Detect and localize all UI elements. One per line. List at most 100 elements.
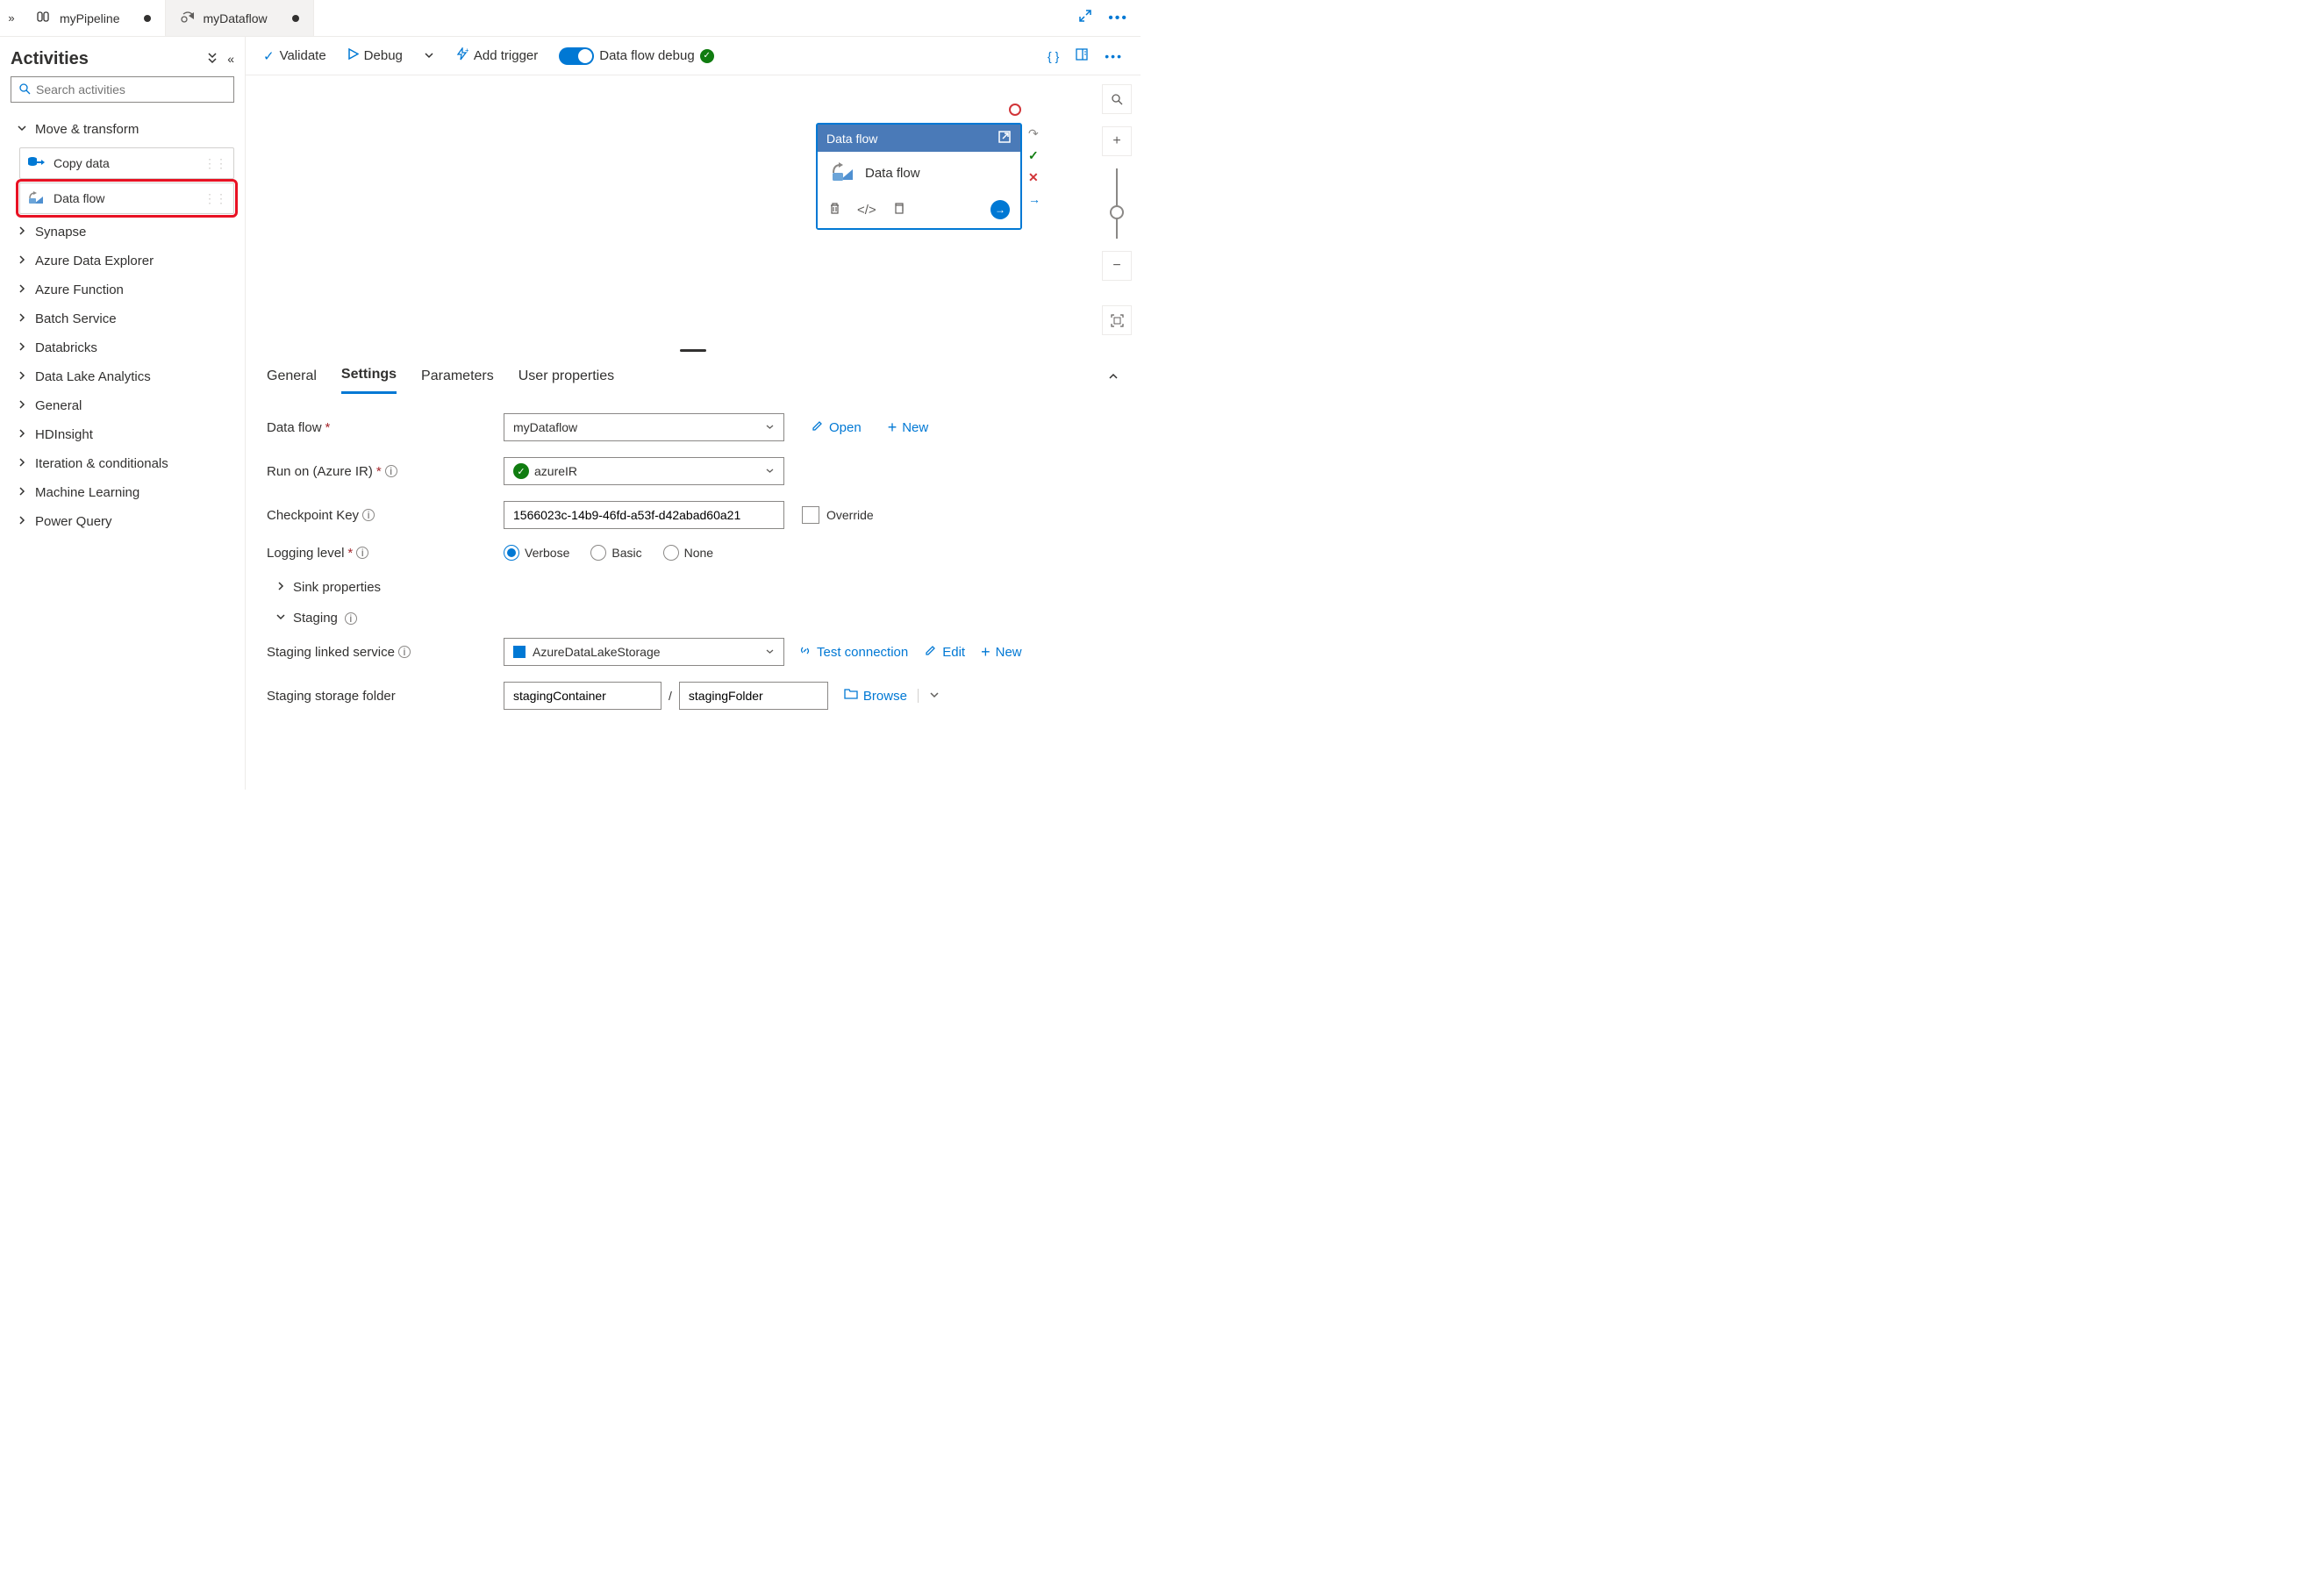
- play-icon: [347, 48, 359, 63]
- override-checkbox[interactable]: [802, 506, 819, 524]
- expand-left-icon[interactable]: »: [0, 11, 23, 25]
- copy-icon[interactable]: [892, 202, 905, 218]
- search-activities-input[interactable]: [11, 76, 234, 103]
- panel-collapse-icon[interactable]: [1107, 370, 1119, 385]
- expand-icon[interactable]: [1078, 9, 1092, 27]
- chevron-right-icon: [16, 225, 28, 240]
- category-batch-service[interactable]: Batch Service: [11, 304, 234, 333]
- logging-basic-radio[interactable]: Basic: [590, 545, 641, 561]
- staging-linked-select[interactable]: AzureDataLakeStorage: [504, 638, 784, 666]
- open-dataflow-link[interactable]: Open: [811, 419, 862, 436]
- category-azure-function[interactable]: Azure Function: [11, 275, 234, 304]
- staging-header[interactable]: Staging i: [267, 607, 1119, 638]
- category-hdinsight[interactable]: HDInsight: [11, 420, 234, 449]
- category-power-query[interactable]: Power Query: [11, 507, 234, 536]
- category-iteration[interactable]: Iteration & conditionals: [11, 449, 234, 478]
- logging-none-radio[interactable]: None: [663, 545, 713, 561]
- properties-icon[interactable]: [1075, 47, 1089, 64]
- activity-data-flow[interactable]: Data flow ⋮⋮: [19, 182, 234, 214]
- svg-text:+: +: [465, 47, 468, 54]
- pipeline-icon: [37, 9, 53, 27]
- browse-dropdown-icon[interactable]: [918, 689, 940, 703]
- debug-label: Debug: [364, 48, 403, 63]
- staging-linked-value: AzureDataLakeStorage: [533, 645, 661, 659]
- search-canvas-button[interactable]: [1102, 84, 1132, 114]
- panel-tab-user-properties[interactable]: User properties: [518, 363, 614, 393]
- zoom-in-button[interactable]: +: [1102, 126, 1132, 156]
- chevron-right-icon: [16, 398, 28, 413]
- edit-link[interactable]: Edit: [924, 644, 965, 661]
- category-ade[interactable]: Azure Data Explorer: [11, 247, 234, 275]
- sink-properties-header[interactable]: Sink properties: [267, 576, 1119, 607]
- fit-screen-button[interactable]: [1102, 305, 1132, 335]
- more-icon[interactable]: •••: [1105, 49, 1123, 63]
- add-trigger-label: Add trigger: [474, 48, 538, 63]
- add-trigger-button[interactable]: + Add trigger: [455, 47, 538, 64]
- staging-folder-input[interactable]: [679, 682, 828, 710]
- panel-tab-general[interactable]: General: [267, 363, 317, 393]
- category-databricks[interactable]: Databricks: [11, 333, 234, 362]
- collapse-all-icon[interactable]: [206, 52, 218, 67]
- category-general[interactable]: General: [11, 391, 234, 420]
- activity-copy-data[interactable]: Copy data ⋮⋮: [19, 147, 234, 179]
- next-arrow-button[interactable]: →: [990, 200, 1010, 219]
- toggle-switch[interactable]: [559, 47, 594, 65]
- search-icon: [18, 82, 31, 97]
- collapse-sidebar-icon[interactable]: «: [227, 52, 234, 67]
- dirty-indicator: [144, 15, 151, 22]
- debug-dropdown-icon[interactable]: [424, 49, 434, 63]
- info-icon[interactable]: i: [385, 465, 397, 477]
- redo-icon[interactable]: ↷: [1028, 126, 1040, 141]
- canvas-node-dataflow[interactable]: Data flow Data flow </>: [816, 123, 1022, 230]
- category-move-transform[interactable]: Move & transform: [11, 115, 234, 144]
- category-label: Azure Data Explorer: [35, 254, 154, 268]
- browse-link[interactable]: Browse: [844, 688, 907, 704]
- check-icon: ✓: [263, 48, 275, 64]
- panel-tab-parameters[interactable]: Parameters: [421, 363, 494, 393]
- dataflow-debug-toggle[interactable]: Data flow debug ✓: [559, 47, 713, 65]
- copy-data-icon: [27, 155, 45, 172]
- checkpoint-key-input[interactable]: [504, 501, 784, 529]
- dataflow-select[interactable]: myDataflow: [504, 413, 784, 441]
- category-dla[interactable]: Data Lake Analytics: [11, 362, 234, 391]
- debug-button[interactable]: Debug: [347, 48, 403, 63]
- edit-icon: [811, 419, 824, 436]
- skip-path-icon[interactable]: →: [1028, 192, 1040, 206]
- open-external-icon[interactable]: [998, 130, 1012, 147]
- chevron-right-icon: [16, 311, 28, 326]
- new-dataflow-link[interactable]: + New: [888, 418, 929, 437]
- category-ml[interactable]: Machine Learning: [11, 478, 234, 507]
- staging-container-input[interactable]: [504, 682, 661, 710]
- validate-button[interactable]: ✓ Validate: [263, 48, 326, 64]
- info-icon[interactable]: i: [362, 509, 375, 521]
- run-on-select[interactable]: ✓ azureIR: [504, 457, 784, 485]
- pipeline-canvas[interactable]: Data flow Data flow </>: [246, 75, 1141, 347]
- tab-dataflow[interactable]: myDataflow: [166, 0, 313, 36]
- category-synapse[interactable]: Synapse: [11, 218, 234, 247]
- zoom-out-button[interactable]: −: [1102, 251, 1132, 281]
- new-linked-service-link[interactable]: + New: [981, 643, 1022, 662]
- activity-label: Data flow: [54, 191, 104, 205]
- logging-label: Logging level* i: [267, 546, 504, 561]
- delete-icon[interactable]: [828, 202, 841, 218]
- zoom-slider[interactable]: [1116, 168, 1118, 239]
- search-activities-field[interactable]: [36, 82, 226, 97]
- failure-path-icon[interactable]: ✕: [1028, 170, 1040, 185]
- more-icon[interactable]: •••: [1108, 11, 1128, 26]
- drag-grip-icon: ⋮⋮: [204, 191, 226, 206]
- test-connection-link[interactable]: Test connection: [798, 644, 908, 661]
- category-label: General: [35, 398, 82, 413]
- folder-icon: [844, 688, 858, 704]
- panel-tab-settings[interactable]: Settings: [341, 361, 397, 394]
- tab-pipeline[interactable]: myPipeline: [23, 0, 166, 36]
- code-braces-icon[interactable]: { }: [1048, 49, 1059, 63]
- code-icon[interactable]: </>: [857, 203, 876, 218]
- chevron-right-icon: [16, 254, 28, 268]
- info-icon[interactable]: i: [356, 547, 368, 559]
- success-path-icon[interactable]: ✓: [1028, 148, 1040, 163]
- logging-verbose-radio[interactable]: Verbose: [504, 545, 569, 561]
- info-icon[interactable]: i: [345, 612, 357, 625]
- info-icon[interactable]: i: [398, 646, 411, 658]
- storage-icon: [513, 646, 526, 658]
- dataflow-select-value: myDataflow: [513, 420, 577, 434]
